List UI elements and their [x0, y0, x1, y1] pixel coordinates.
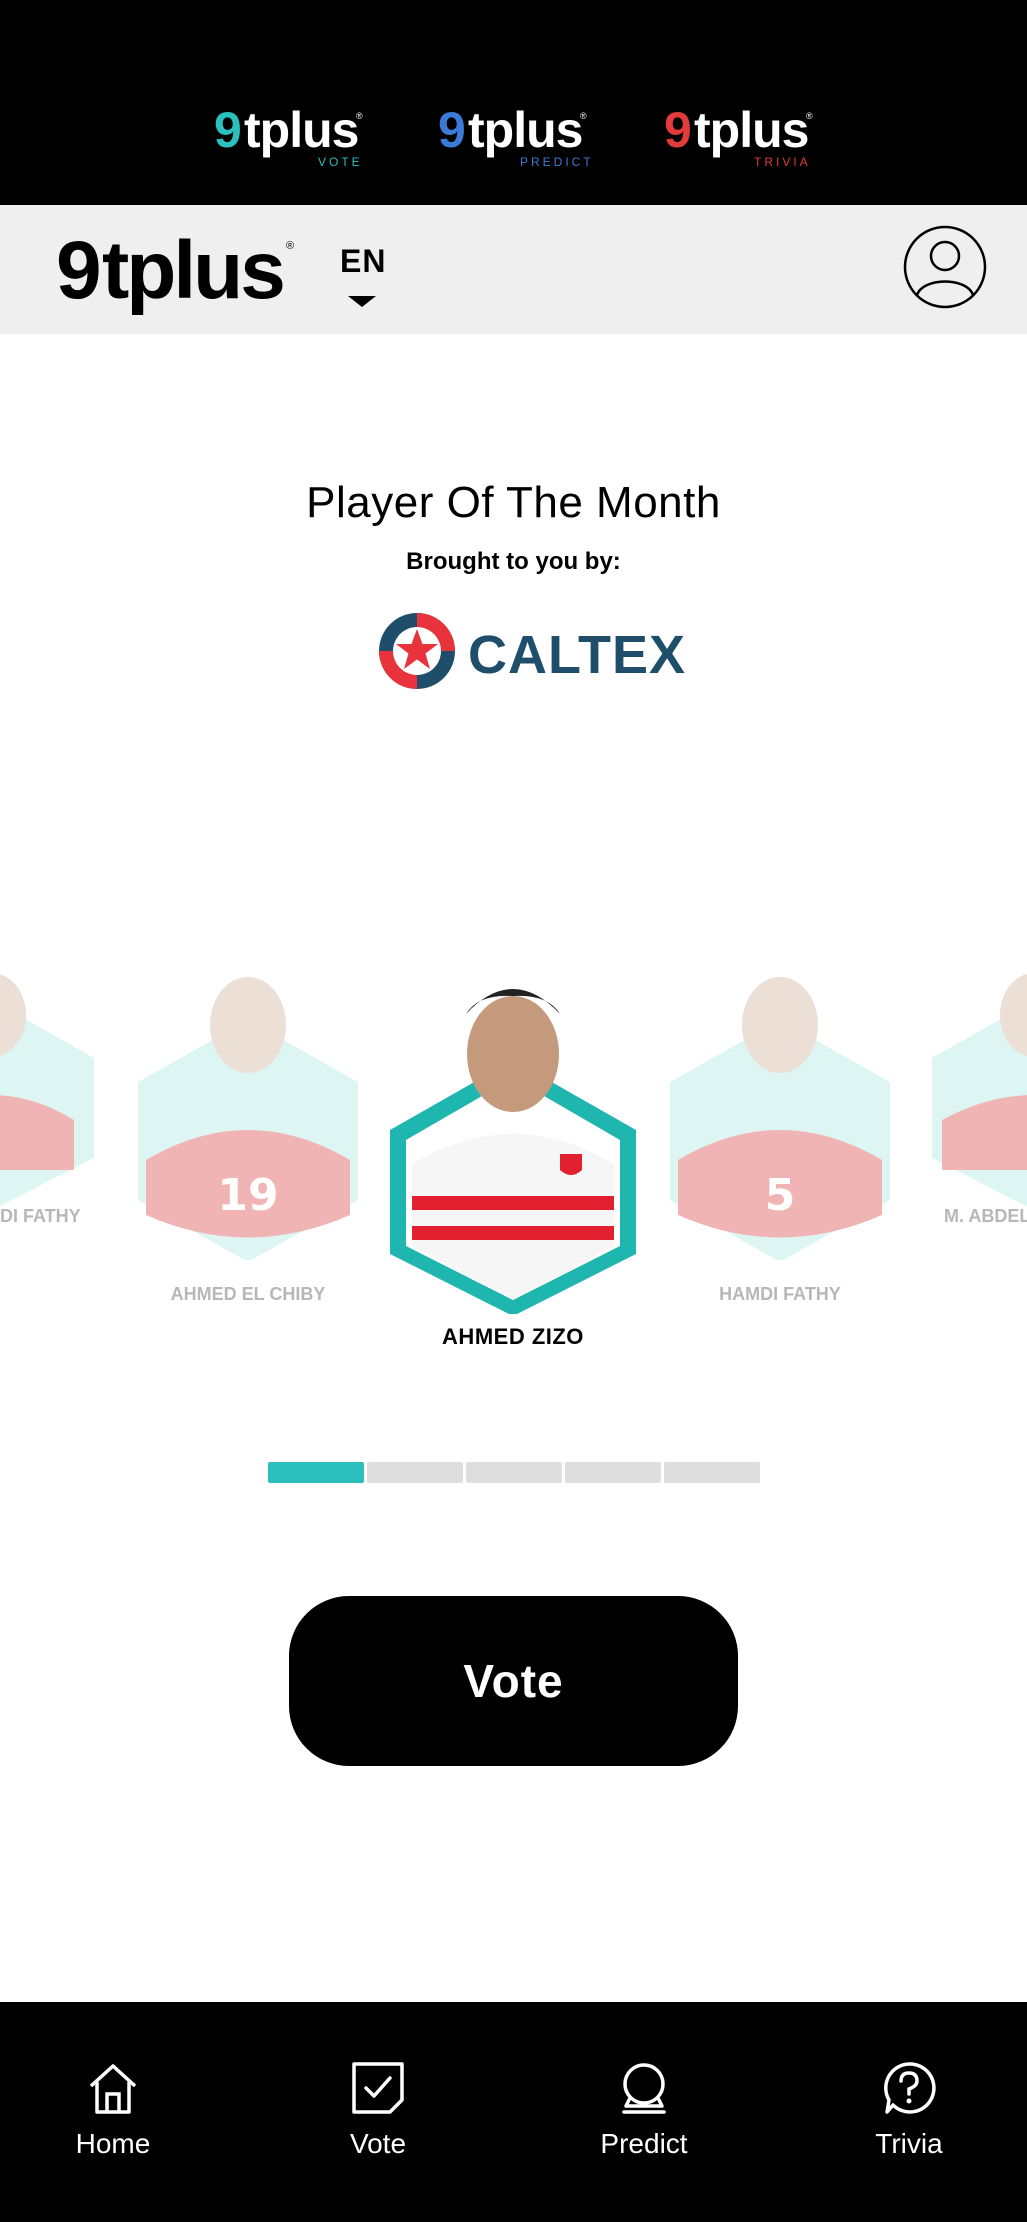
brand-word: tplus — [244, 102, 359, 158]
brand-prefix: 9 — [664, 102, 692, 158]
sponsor-caption: Brought to you by: — [406, 548, 621, 575]
player-card[interactable] — [922, 960, 1027, 1210]
pager-segment-active[interactable] — [268, 1462, 364, 1483]
vote-app-link[interactable]: 9 tplus ® VOTE — [214, 105, 364, 175]
player-name: AHMED EL CHIBY — [170, 1284, 326, 1304]
registered-mark: ® — [580, 111, 587, 121]
logo-word: tplus — [102, 225, 286, 316]
player-card[interactable] — [0, 960, 104, 1210]
caltex-star-icon — [379, 613, 455, 689]
pager-segment[interactable] — [466, 1462, 562, 1483]
trivia-app-link[interactable]: 9 tplus ® TRIVIA — [664, 105, 814, 175]
player-name: HAMDI FATHY — [719, 1284, 841, 1304]
sponsor-logo: CALTEX — [376, 610, 685, 692]
svg-text:19: 19 — [217, 1170, 278, 1221]
nav-label: Trivia — [875, 2128, 943, 2159]
nav-item-trivia[interactable]: Trivia — [809, 2060, 1009, 2160]
pager-segment[interactable] — [565, 1462, 661, 1483]
logo-prefix: 9 — [56, 225, 102, 316]
home-icon — [89, 2064, 137, 2114]
brand-prefix: 9 — [214, 102, 242, 158]
player-carousel[interactable]: DI FATHY 19 AHMED EL CHIBY AHMED ZIZO 5 … — [0, 940, 1027, 1360]
crystal-ball-icon — [622, 2063, 666, 2114]
sponsor-name: CALTEX — [468, 625, 686, 685]
player-card[interactable]: 19 — [136, 960, 360, 1260]
brand-sub-label: VOTE — [318, 155, 363, 169]
nav-label: Home — [75, 2128, 151, 2159]
nav-label: Vote — [349, 2128, 407, 2159]
player-name: M. ABDEL — [944, 1206, 1027, 1226]
pager-segment[interactable] — [664, 1462, 760, 1483]
predict-app-link[interactable]: 9 tplus ® PREDICT — [438, 102, 591, 175]
vote-button[interactable]: Vote — [289, 1596, 738, 1766]
player-name-active: AHMED ZIZO — [442, 1324, 584, 1349]
vote-icon — [352, 2062, 404, 2114]
nav-item-home[interactable]: Home — [13, 2060, 213, 2160]
nav-item-vote[interactable]: Vote — [278, 2060, 478, 2160]
player-card-active[interactable] — [388, 974, 638, 1314]
language-selector[interactable]: EN — [340, 243, 386, 280]
registered-mark: ® — [356, 111, 363, 121]
brand-prefix: 9 — [438, 102, 466, 158]
registered-mark: ® — [806, 111, 813, 121]
question-icon — [884, 2062, 936, 2114]
nav-label: Predict — [600, 2128, 688, 2159]
caret-down-icon[interactable] — [348, 296, 376, 307]
carousel-pager — [268, 1462, 760, 1483]
brand-sub-label: TRIVIA — [754, 155, 811, 169]
pager-segment[interactable] — [367, 1462, 463, 1483]
nav-item-predict[interactable]: Predict — [544, 2060, 744, 2160]
brand-sub-label: PREDICT — [520, 155, 594, 169]
brand-word: tplus — [694, 102, 809, 158]
player-card[interactable]: 5 — [668, 960, 892, 1260]
player-name: DI FATHY — [0, 1206, 81, 1226]
registered-mark: ® — [286, 240, 295, 252]
user-circle-icon[interactable] — [903, 225, 987, 309]
brand-word: tplus — [468, 102, 583, 158]
svg-text:5: 5 — [765, 1170, 796, 1221]
page-title: Player Of The Month — [306, 478, 721, 527]
